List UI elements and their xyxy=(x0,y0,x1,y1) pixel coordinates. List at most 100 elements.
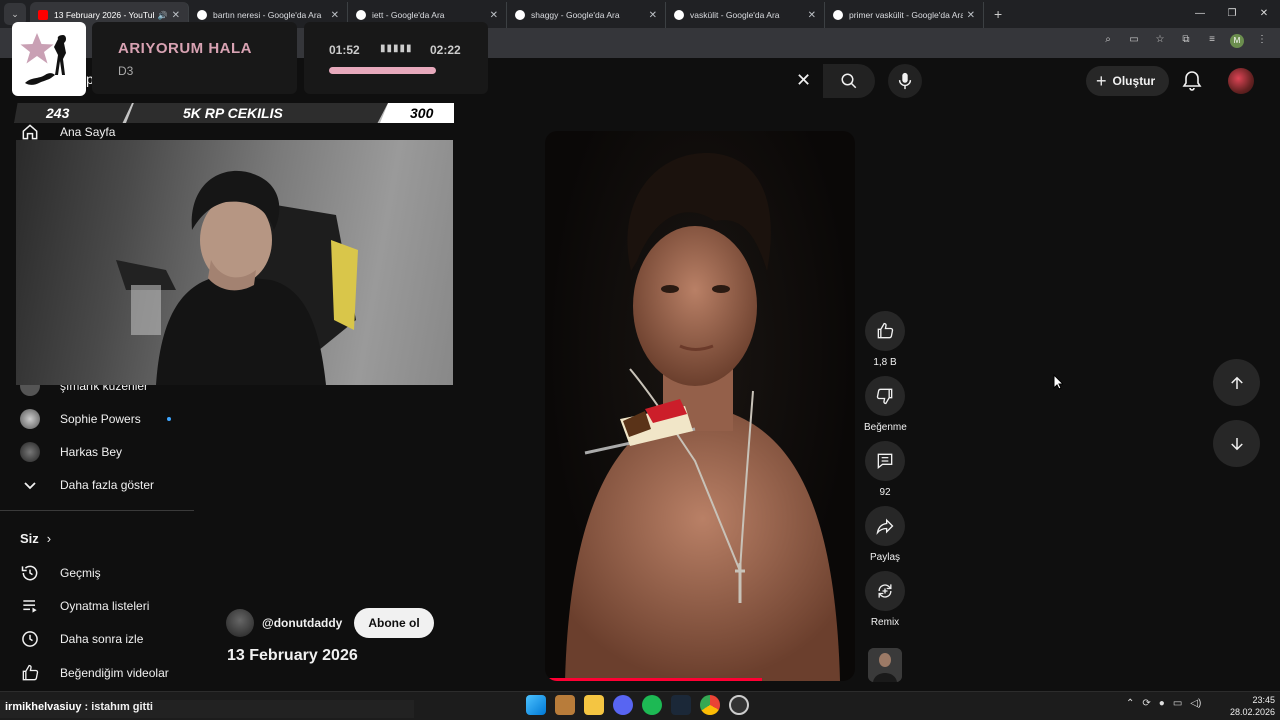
remix-action: Remix xyxy=(864,571,906,628)
previous-short-button[interactable] xyxy=(1213,359,1260,406)
sidebar-item-subscription-2[interactable]: Sophie Powers xyxy=(18,405,171,433)
remix-button[interactable] xyxy=(865,571,905,611)
extensions-icon[interactable]: ⧉ xyxy=(1178,34,1194,48)
tab-title: primer vaskülit - Google'da Ara xyxy=(849,10,963,20)
sidebar-item-history[interactable]: Geçmiş xyxy=(18,559,101,587)
dislike-label: Beğenme xyxy=(864,422,907,433)
webcam-feed xyxy=(16,140,453,385)
remix-label: Remix xyxy=(870,617,900,628)
taskbar-clock[interactable]: 23:45 28.02.2026 xyxy=(1225,694,1275,718)
clear-search-icon[interactable]: ✕ xyxy=(796,70,811,91)
like-count: 1,8 B xyxy=(873,357,897,368)
arrow-down-icon xyxy=(1230,437,1243,450)
rp-right-value: 300 xyxy=(410,105,434,121)
sidebar-item-playlists[interactable]: Oynatma listeleri xyxy=(18,592,149,620)
tray-overflow-icon[interactable]: ⌃ xyxy=(1126,698,1134,709)
restore-button[interactable]: ❐ xyxy=(1216,0,1248,28)
minimize-button[interactable]: — xyxy=(1184,0,1216,28)
media-controls-icon[interactable]: ≡ xyxy=(1204,34,1220,48)
sidebar-show-more[interactable]: Daha fazla göster xyxy=(18,471,154,499)
sidebar-item-watch-later[interactable]: Daha sonra izle xyxy=(18,625,143,653)
clock-date: 28.02.2026 xyxy=(1229,707,1275,717)
microphone-tray-icon[interactable]: ● xyxy=(1159,698,1165,709)
mouse-cursor-icon xyxy=(1053,374,1063,390)
like-button[interactable] xyxy=(865,311,905,351)
close-tab-icon[interactable]: ✕ xyxy=(967,10,975,21)
sound-thumbnail[interactable] xyxy=(868,648,902,682)
show-more-label: Daha fazla göster xyxy=(60,478,155,492)
browser-tab[interactable]: vaskülit - Google'da Ara ✕ xyxy=(666,2,825,28)
search-button[interactable] xyxy=(823,64,875,98)
thumbs-down-icon xyxy=(876,388,893,405)
tab-audio-icon[interactable]: 🔊 xyxy=(158,11,168,20)
discord-icon[interactable] xyxy=(613,695,633,715)
google-icon xyxy=(197,10,207,20)
new-content-dot xyxy=(166,417,171,421)
update-icon[interactable]: ⟳ xyxy=(1142,698,1150,709)
sidebar-item-liked-videos[interactable]: Beğendiğim videolar xyxy=(18,659,169,687)
bookmark-star-icon[interactable]: ☆ xyxy=(1152,34,1168,48)
tab-title: shaggy - Google'da Ara xyxy=(531,10,620,20)
channel-avatar[interactable] xyxy=(226,609,254,637)
chat-text: : istahım gitti xyxy=(81,701,153,713)
video-frame xyxy=(565,152,840,681)
channel-handle[interactable]: @donutdaddy xyxy=(262,616,342,630)
obs-icon[interactable] xyxy=(729,695,749,715)
sidebar-you-section[interactable]: Siz › xyxy=(20,531,51,546)
share-action: Paylaş xyxy=(864,506,906,563)
comment-icon xyxy=(877,453,893,470)
equalizer-icon: ▮▮▮▮▮ xyxy=(380,43,413,54)
clock-time: 23:45 xyxy=(1252,695,1275,705)
sidebar-item-label: Oynatma listeleri xyxy=(60,599,150,613)
close-tab-icon[interactable]: ✕ xyxy=(172,10,180,21)
short-title: 13 February 2026 xyxy=(227,647,358,664)
channel-avatar xyxy=(20,442,40,462)
volume-icon[interactable]: ◁) xyxy=(1190,698,1201,709)
close-tab-icon[interactable]: ✕ xyxy=(649,10,657,21)
sidebar-item-subscription-3[interactable]: Harkas Bey xyxy=(18,438,122,466)
close-tab-icon[interactable]: ✕ xyxy=(808,10,816,21)
browser-tab[interactable]: shaggy - Google'da Ara ✕ xyxy=(507,2,666,28)
channel-name: Sophie Powers xyxy=(60,412,141,426)
voice-search-button[interactable] xyxy=(888,64,922,98)
song-duration: 02:22 xyxy=(430,43,461,57)
song-title: ARIYORUM HALA xyxy=(118,40,252,57)
notifications-button[interactable] xyxy=(1182,70,1202,97)
video-progress-bar[interactable] xyxy=(545,678,762,681)
share-button[interactable] xyxy=(865,506,905,546)
chrome-icon[interactable] xyxy=(700,695,720,715)
browser-menu-icon[interactable]: ⋮ xyxy=(1254,34,1270,48)
sidebar-item-label: Ana Sayfa xyxy=(60,125,116,139)
file-explorer-icon[interactable] xyxy=(584,695,604,715)
tab-title: iett - Google'da Ara xyxy=(372,10,445,20)
network-icon[interactable]: ▭ xyxy=(1173,698,1182,709)
spotify-icon[interactable] xyxy=(642,695,662,715)
subscribe-button[interactable]: Abone ol xyxy=(354,608,434,638)
you-section-label: Siz xyxy=(20,531,39,546)
dislike-button[interactable] xyxy=(865,376,905,416)
browser-tab[interactable]: primer vaskülit - Google'da Ara ✕ xyxy=(825,2,984,28)
like-action: 1,8 B xyxy=(864,311,906,368)
steam-icon[interactable] xyxy=(671,695,691,715)
app-icon[interactable] xyxy=(555,695,575,715)
close-window-button[interactable]: ✕ xyxy=(1248,0,1280,28)
zoom-icon[interactable]: ⌕ xyxy=(1100,34,1116,48)
playlists-icon xyxy=(18,594,42,618)
toolbar-icons: ⌕ ▭ ☆ ⧉ ≡ M ⋮ xyxy=(1100,34,1270,48)
profile-avatar[interactable]: M xyxy=(1230,34,1244,48)
cast-icon[interactable]: ▭ xyxy=(1126,34,1142,48)
share-icon xyxy=(876,518,894,535)
comments-button[interactable] xyxy=(865,441,905,481)
song-artist: D3 xyxy=(118,64,134,78)
close-tab-icon[interactable]: ✕ xyxy=(331,10,339,21)
create-button[interactable]: + Oluştur xyxy=(1086,66,1170,96)
account-avatar[interactable] xyxy=(1228,68,1254,94)
share-label: Paylaş xyxy=(869,552,900,563)
start-menu-icon[interactable] xyxy=(526,695,546,715)
now-playing-widget: ARIYORUM HALA D3 xyxy=(92,22,297,94)
new-tab-button[interactable]: + xyxy=(994,6,1002,22)
next-short-button[interactable] xyxy=(1213,420,1260,467)
search-icon xyxy=(841,73,857,89)
short-video-player[interactable] xyxy=(545,131,855,681)
close-tab-icon[interactable]: ✕ xyxy=(490,10,498,21)
